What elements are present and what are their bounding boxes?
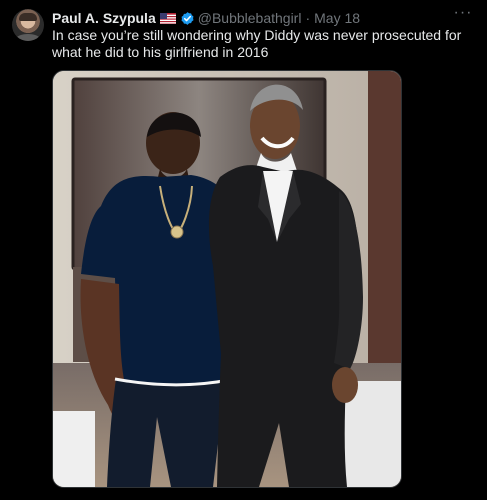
separator-dot: · — [305, 10, 311, 26]
avatar-shirt — [16, 34, 40, 41]
photo-two-men-standing — [53, 71, 401, 487]
tweet-header: Paul A. Szypula @Bubblebathgirl · May 18 — [52, 9, 360, 27]
author-handle[interactable]: @Bubblebathgirl — [198, 10, 302, 26]
author-avatar[interactable] — [12, 9, 44, 41]
tweet-photo[interactable] — [52, 70, 402, 488]
verified-badge-icon — [181, 11, 194, 25]
avatar-hair — [19, 13, 37, 21]
tweet: Paul A. Szypula @Bubblebathgirl · May 18… — [0, 0, 487, 500]
more-options-icon[interactable]: ··· — [453, 5, 473, 24]
tweet-text: In case you’re still wondering why Diddy… — [52, 27, 462, 60]
tweet-date[interactable]: May 18 — [314, 10, 360, 26]
author-name[interactable]: Paul A. Szypula — [52, 10, 156, 26]
us-flag-icon — [159, 12, 176, 24]
